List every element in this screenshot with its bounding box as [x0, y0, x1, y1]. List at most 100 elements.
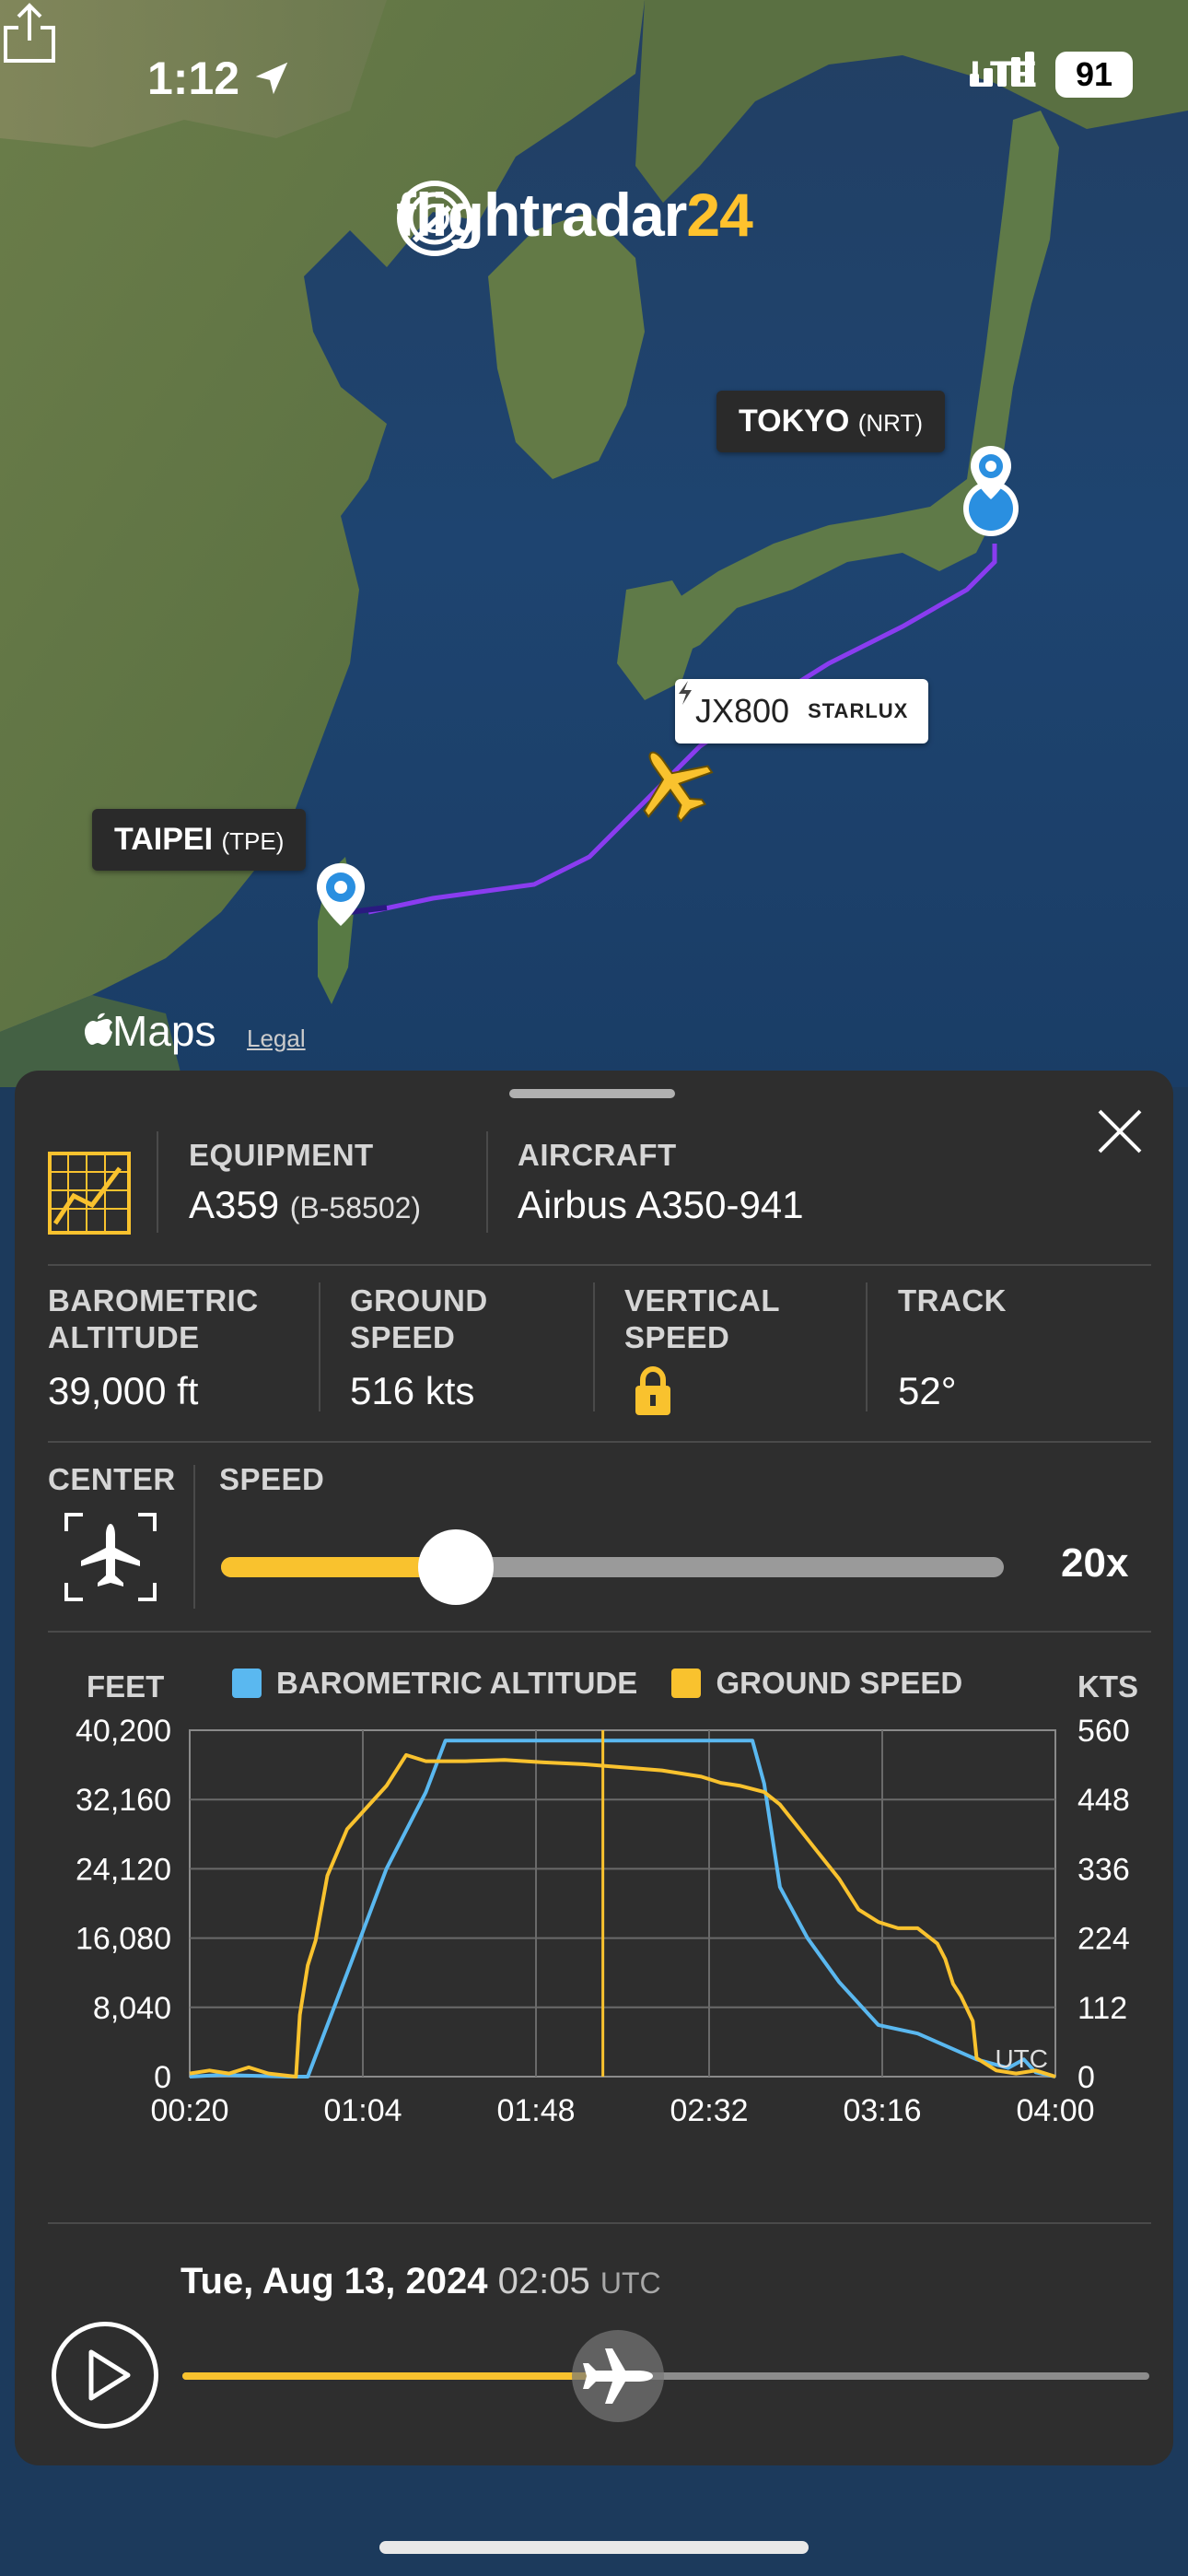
playback-date: Tue, Aug 13, 2024 — [181, 2261, 488, 2301]
location-arrow-icon — [255, 62, 288, 95]
playback-speed-slider[interactable] — [221, 1529, 1004, 1605]
play-icon — [88, 2349, 131, 2401]
x-tick-label: 01:48 — [496, 2093, 575, 2128]
x-tick-label: 00:20 — [150, 2093, 228, 2128]
legend-label: GROUND SPEED — [716, 1666, 963, 1700]
status-indicators: LTE 91 — [970, 52, 1133, 98]
track-value: 52° — [898, 1369, 957, 1412]
destination-label[interactable]: TOKYO (NRT) — [716, 391, 946, 452]
y-left-tick-label: 40,200 — [76, 1715, 171, 1749]
y-right-tick-label: 560 — [1077, 1715, 1130, 1749]
share-icon[interactable] — [0, 0, 59, 64]
play-button[interactable] — [52, 2322, 158, 2429]
equipment-value: A359 (B-58502) — [189, 1183, 421, 1227]
legend-label: BAROMETRIC ALTITUDE — [276, 1666, 638, 1700]
origin-pin-icon[interactable] — [313, 861, 368, 928]
lock-icon[interactable] — [634, 1365, 672, 1417]
flightradar24-logo: flightradar24 — [396, 180, 753, 256]
aircraft-registration: (B-58502) — [289, 1191, 422, 1224]
origin-label[interactable]: TAIPEI (TPE) — [92, 809, 307, 871]
gs-label-line2: SPEED — [350, 1320, 456, 1354]
equipment-chart-icon — [48, 1152, 131, 1235]
chart-left-axis-label: FEET — [87, 1669, 165, 1704]
origin-city: TAIPEI — [114, 822, 214, 857]
divider — [48, 2222, 1151, 2224]
y-left-tick-label: 16,080 — [76, 1922, 171, 1957]
home-indicator[interactable] — [379, 2541, 809, 2554]
center-label: CENTER — [48, 1462, 176, 1496]
y-right-tick-label: 112 — [1077, 1991, 1127, 2026]
x-tick-label: 03:16 — [843, 2093, 921, 2128]
maps-attribution: Maps — [112, 1007, 216, 1055]
legend-swatch — [671, 1669, 702, 1698]
vs-label-line2: SPEED — [624, 1320, 730, 1354]
divider — [593, 1282, 595, 1411]
legend-item-altitude[interactable]: BAROMETRIC ALTITUDE — [232, 1666, 637, 1700]
legend-swatch — [232, 1669, 262, 1698]
chart-utc-label: UTC — [995, 2044, 1048, 2073]
close-icon[interactable] — [1092, 1104, 1147, 1159]
status-time: 1:12 — [147, 53, 240, 104]
flight-callsign: JX800 — [695, 692, 790, 730]
speed-slider-knob[interactable] — [418, 1529, 494, 1605]
timeline-scrubber[interactable] — [182, 2330, 1149, 2422]
x-tick-label: 02:32 — [670, 2093, 748, 2128]
vs-label-line1: VERTICAL — [624, 1283, 780, 1317]
vertical-speed-label: VERTICAL SPEED — [624, 1282, 780, 1356]
origin-code: (TPE) — [221, 827, 285, 855]
playback-datetime: Tue, Aug 13, 2024 02:05 UTC — [181, 2261, 661, 2302]
chart-frame — [189, 1729, 1056, 2078]
flight-details-panel: EQUIPMENT A359 (B-58502) AIRCRAFT Airbus… — [15, 1071, 1173, 2465]
airline-name: STARLUX — [808, 699, 909, 722]
x-tick-label: 01:04 — [323, 2093, 402, 2128]
legend-item-ground-speed[interactable]: GROUND SPEED — [671, 1666, 962, 1700]
speed-label: SPEED — [219, 1462, 325, 1496]
y-left-tick-label: 24,120 — [76, 1852, 171, 1887]
flight-label[interactable]: JX800 STARLUX — [675, 679, 929, 744]
divider — [157, 1131, 158, 1233]
flight-chart[interactable]: 40,200 32,160 24,120 16,080 8,040 0 560 448 336 2… — [15, 1715, 1173, 2195]
y-left-tick-label: 0 — [154, 2060, 171, 2095]
y-left-tick-label: 8,040 — [93, 1991, 171, 2026]
airline-logo-icon — [679, 681, 692, 705]
y-right-tick-label: 0 — [1077, 2060, 1095, 2095]
divider — [866, 1282, 868, 1411]
ground-speed-value: 516 kts — [350, 1369, 475, 1412]
equipment-type: A359 — [189, 1183, 280, 1226]
y-right-tick-label: 224 — [1077, 1922, 1130, 1957]
aircraft-icon[interactable] — [626, 742, 718, 825]
apple-logo-icon — [85, 1013, 112, 1045]
barometric-altitude-label: BAROMETRIC ALTITUDE — [48, 1282, 259, 1356]
panel-grabber[interactable] — [509, 1089, 675, 1098]
gs-label-line1: GROUND — [350, 1283, 488, 1317]
baro-label-line1: BAROMETRIC — [48, 1283, 259, 1317]
y-right-tick-label: 336 — [1077, 1852, 1130, 1887]
destination-city: TOKYO — [739, 404, 850, 439]
battery-level: 91 — [1055, 52, 1133, 98]
timeline-knob[interactable] — [571, 2330, 664, 2422]
divider — [48, 1631, 1151, 1633]
destination-pin-icon[interactable] — [954, 442, 1028, 544]
map-view[interactable]: 1:12 LTE 91 flightradar24 TOKYO (NRT) — [0, 0, 1188, 1087]
chart-right-axis-label: KTS — [1077, 1669, 1138, 1704]
track-label: TRACK — [898, 1283, 1007, 1317]
destination-code: (NRT) — [857, 409, 924, 437]
legal-link[interactable]: Legal — [247, 1025, 306, 1053]
playback-timezone: UTC — [600, 2266, 661, 2300]
equipment-label: EQUIPMENT — [189, 1138, 374, 1172]
divider — [486, 1131, 488, 1233]
radar-logo-icon — [397, 181, 472, 256]
aircraft-knob-icon — [582, 2348, 653, 2404]
timeline-progress — [182, 2372, 618, 2380]
y-right-tick-label: 448 — [1077, 1783, 1130, 1818]
cellular-signal-icon — [970, 52, 1035, 87]
ground-speed-series-line — [189, 1752, 1056, 2078]
aircraft-value: Airbus A350-941 — [518, 1183, 804, 1226]
playback-time: 02:05 — [497, 2261, 590, 2301]
center-aircraft-icon[interactable] — [63, 1511, 158, 1603]
x-tick-label: 04:00 — [1016, 2093, 1094, 2128]
baro-label-line2: ALTITUDE — [48, 1320, 200, 1354]
divider — [193, 1465, 195, 1609]
chart-legend: BAROMETRIC ALTITUDE GROUND SPEED — [232, 1666, 962, 1701]
ground-speed-label: GROUND SPEED — [350, 1282, 488, 1356]
